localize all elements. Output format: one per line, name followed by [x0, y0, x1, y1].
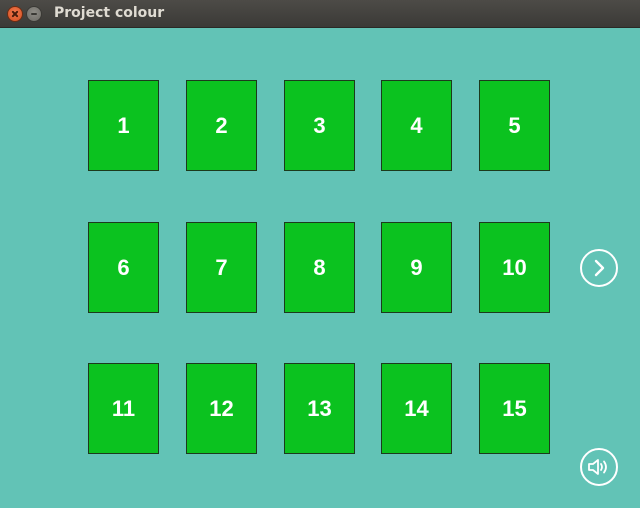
level-tile-15[interactable]: 15 [479, 363, 550, 454]
level-tile-10[interactable]: 10 [479, 222, 550, 313]
speaker-icon [588, 459, 607, 475]
level-tile-8[interactable]: 8 [284, 222, 355, 313]
level-tile-4[interactable]: 4 [381, 80, 452, 171]
sound-button[interactable] [580, 448, 618, 486]
level-tile-7[interactable]: 7 [186, 222, 257, 313]
chevron-right-icon [594, 259, 605, 277]
level-tile-1[interactable]: 1 [88, 80, 159, 171]
level-tile-12[interactable]: 12 [186, 363, 257, 454]
next-page-button[interactable] [580, 249, 618, 287]
level-tile-14[interactable]: 14 [381, 363, 452, 454]
level-tile-6[interactable]: 6 [88, 222, 159, 313]
level-tile-11[interactable]: 11 [88, 363, 159, 454]
level-tile-9[interactable]: 9 [381, 222, 452, 313]
window-title: Project colour [54, 5, 165, 21]
title-bar: Project colour [0, 0, 640, 28]
level-tile-13[interactable]: 13 [284, 363, 355, 454]
level-tile-2[interactable]: 2 [186, 80, 257, 171]
level-tile-3[interactable]: 3 [284, 80, 355, 171]
minimize-button[interactable] [26, 6, 42, 22]
level-tile-5[interactable]: 5 [479, 80, 550, 171]
close-button[interactable] [7, 6, 23, 22]
